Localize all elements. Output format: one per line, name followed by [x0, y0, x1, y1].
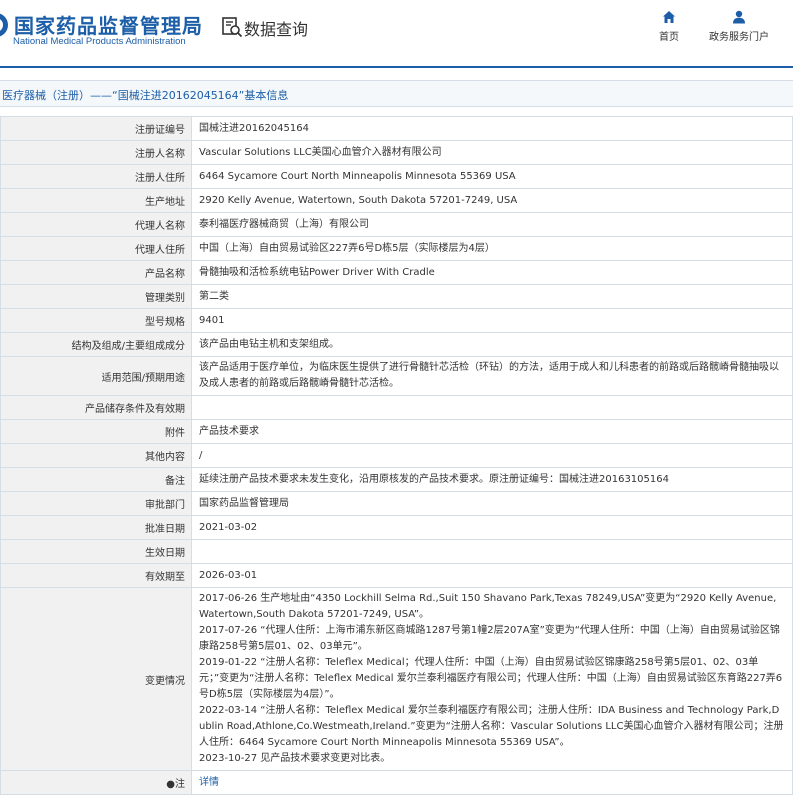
data-query-title: 数据查询	[244, 20, 309, 39]
field-value: /	[191, 443, 793, 468]
field-label: 代理人名称	[0, 212, 192, 237]
header-divider	[0, 66, 793, 68]
field-label: 附件	[0, 419, 192, 444]
field-label: 代理人住所	[0, 236, 192, 261]
nav-home-label: 首页	[659, 32, 679, 43]
field-label: 其他内容	[0, 443, 192, 468]
table-row: 附件 产品技术要求	[0, 419, 793, 444]
change-entry: 2023-10-27 见产品技术要求变更对比表。	[199, 753, 391, 764]
field-value: 第二类	[191, 284, 793, 309]
note-label: ●注	[0, 770, 192, 795]
change-entry: 2017-07-26 “代理人住所：上海市浦东新区商城路1287号第1幢2层20…	[199, 625, 780, 652]
table-row: 管理类别 第二类	[0, 284, 793, 309]
table-row: 注册证编号 国械注进20162045164	[0, 116, 793, 141]
device-detail-table: 注册证编号 国械注进20162045164 注册人名称 Vascular Sol…	[0, 116, 793, 795]
field-value: 国械注进20162045164	[191, 116, 793, 141]
table-row: 备注 延续注册产品技术要求未发生变化，沿用原核发的产品技术要求。原注册证编号：国…	[0, 467, 793, 492]
note-row: ●注 详情	[0, 770, 793, 795]
field-value: 2920 Kelly Avenue, Watertown, South Dako…	[191, 188, 793, 213]
field-value: 2021-03-02	[191, 515, 793, 540]
field-label: 注册证编号	[0, 116, 192, 141]
table-row: 注册人名称 Vascular Solutions LLC美国心血管介入器材有限公…	[0, 140, 793, 165]
field-label: 型号规格	[0, 308, 192, 333]
change-entry: 2019-01-22 “注册人名称：Teleflex Medical；代理人住所…	[199, 657, 783, 700]
field-label: 产品名称	[0, 260, 192, 285]
home-icon	[663, 11, 675, 23]
change-entry: 2017-06-26 生产地址由“4350 Lockhill Selma Rd.…	[199, 593, 777, 620]
changes-value: 2017-06-26 生产地址由“4350 Lockhill Selma Rd.…	[191, 587, 793, 771]
field-label: 批准日期	[0, 515, 192, 540]
field-value: 产品技术要求	[191, 419, 793, 444]
table-row: 产品储存条件及有效期	[0, 395, 793, 420]
table-row: 审批部门 国家药品监督管理局	[0, 491, 793, 516]
details-link[interactable]: 详情	[199, 777, 219, 788]
field-value: 中国（上海）自由贸易试验区227弄6号D栋5层（实际楼层为4层）	[191, 236, 793, 261]
table-row: 有效期至 2026-03-01	[0, 563, 793, 588]
breadcrumb-text: 医疗器械（注册）——“国械注进20162045164”基本信息	[2, 89, 289, 102]
table-row: 产品名称 骨髓抽吸和活检系统电钻Power Driver With Cradle	[0, 260, 793, 285]
table-row: 代理人名称 泰利福医疗器械商贸（上海）有限公司	[0, 212, 793, 237]
field-label: 审批部门	[0, 491, 192, 516]
logo-title-cn[interactable]: 国家药品监督管理局	[14, 10, 203, 39]
note-value: 详情	[191, 770, 793, 795]
field-value	[191, 539, 793, 564]
table-row: 其他内容 /	[0, 443, 793, 468]
field-label: 适用范围/预期用途	[0, 356, 192, 396]
field-value: 泰利福医疗器械商贸（上海）有限公司	[191, 212, 793, 237]
table-row: 型号规格 9401	[0, 308, 793, 333]
table-row: 生效日期	[0, 539, 793, 564]
field-label: 管理类别	[0, 284, 192, 309]
field-value: Vascular Solutions LLC美国心血管介入器材有限公司	[191, 140, 793, 165]
field-value: 9401	[191, 308, 793, 333]
table-row: 代理人住所 中国（上海）自由贸易试验区227弄6号D栋5层（实际楼层为4层）	[0, 236, 793, 261]
table-row: 批准日期 2021-03-02	[0, 515, 793, 540]
field-label: 有效期至	[0, 563, 192, 588]
changes-label: 变更情况	[0, 587, 192, 771]
table-row: 生产地址 2920 Kelly Avenue, Watertown, South…	[0, 188, 793, 213]
field-value: 6464 Sycamore Court North Minneapolis Mi…	[191, 164, 793, 189]
field-label: 产品储存条件及有效期	[0, 395, 192, 420]
field-value: 骨髓抽吸和活检系统电钻Power Driver With Cradle	[191, 260, 793, 285]
field-label: 生效日期	[0, 539, 192, 564]
breadcrumb: 医疗器械（注册）——“国械注进20162045164”基本信息	[0, 80, 793, 107]
field-value: 该产品由电钻主机和支架组成。	[191, 332, 793, 357]
field-value: 延续注册产品技术要求未发生变化，沿用原核发的产品技术要求。原注册证编号：国械注进…	[191, 467, 793, 492]
field-label: 注册人住所	[0, 164, 192, 189]
logo-title-en: National Medical Products Administration	[13, 36, 186, 47]
field-value: 国家药品监督管理局	[191, 491, 793, 516]
data-query-icon	[222, 17, 243, 38]
table-row: 结构及组成/主要组成成分 该产品由电钻主机和支架组成。	[0, 332, 793, 357]
field-value: 该产品适用于医疗单位，为临床医生提供了进行骨髓针芯活检（环钻）的方法，适用于成人…	[191, 356, 793, 396]
nav-service-portal-label: 政务服务门户	[709, 32, 769, 43]
field-label: 备注	[0, 467, 192, 492]
table-row: 注册人住所 6464 Sycamore Court North Minneapo…	[0, 164, 793, 189]
field-label: 结构及组成/主要组成成分	[0, 332, 192, 357]
nav-service-portal-link[interactable]: 政务服务门户	[704, 10, 774, 43]
field-value	[191, 395, 793, 420]
change-entry: 2022-03-14 “注册人名称：Teleflex Medical 爱尔兰泰利…	[199, 705, 784, 748]
user-icon	[733, 10, 745, 24]
field-label: 注册人名称	[0, 140, 192, 165]
nmpa-emblem-icon	[0, 13, 8, 37]
field-label: 生产地址	[0, 188, 192, 213]
changes-row: 变更情况 2017-06-26 生产地址由“4350 Lockhill Selm…	[0, 587, 793, 771]
field-value: 2026-03-01	[191, 563, 793, 588]
nav-home-link[interactable]: 首页	[652, 10, 686, 43]
site-header: 国家药品监督管理局 National Medical Products Admi…	[0, 0, 793, 68]
table-row: 适用范围/预期用途 该产品适用于医疗单位，为临床医生提供了进行骨髓针芯活检（环钻…	[0, 356, 793, 396]
